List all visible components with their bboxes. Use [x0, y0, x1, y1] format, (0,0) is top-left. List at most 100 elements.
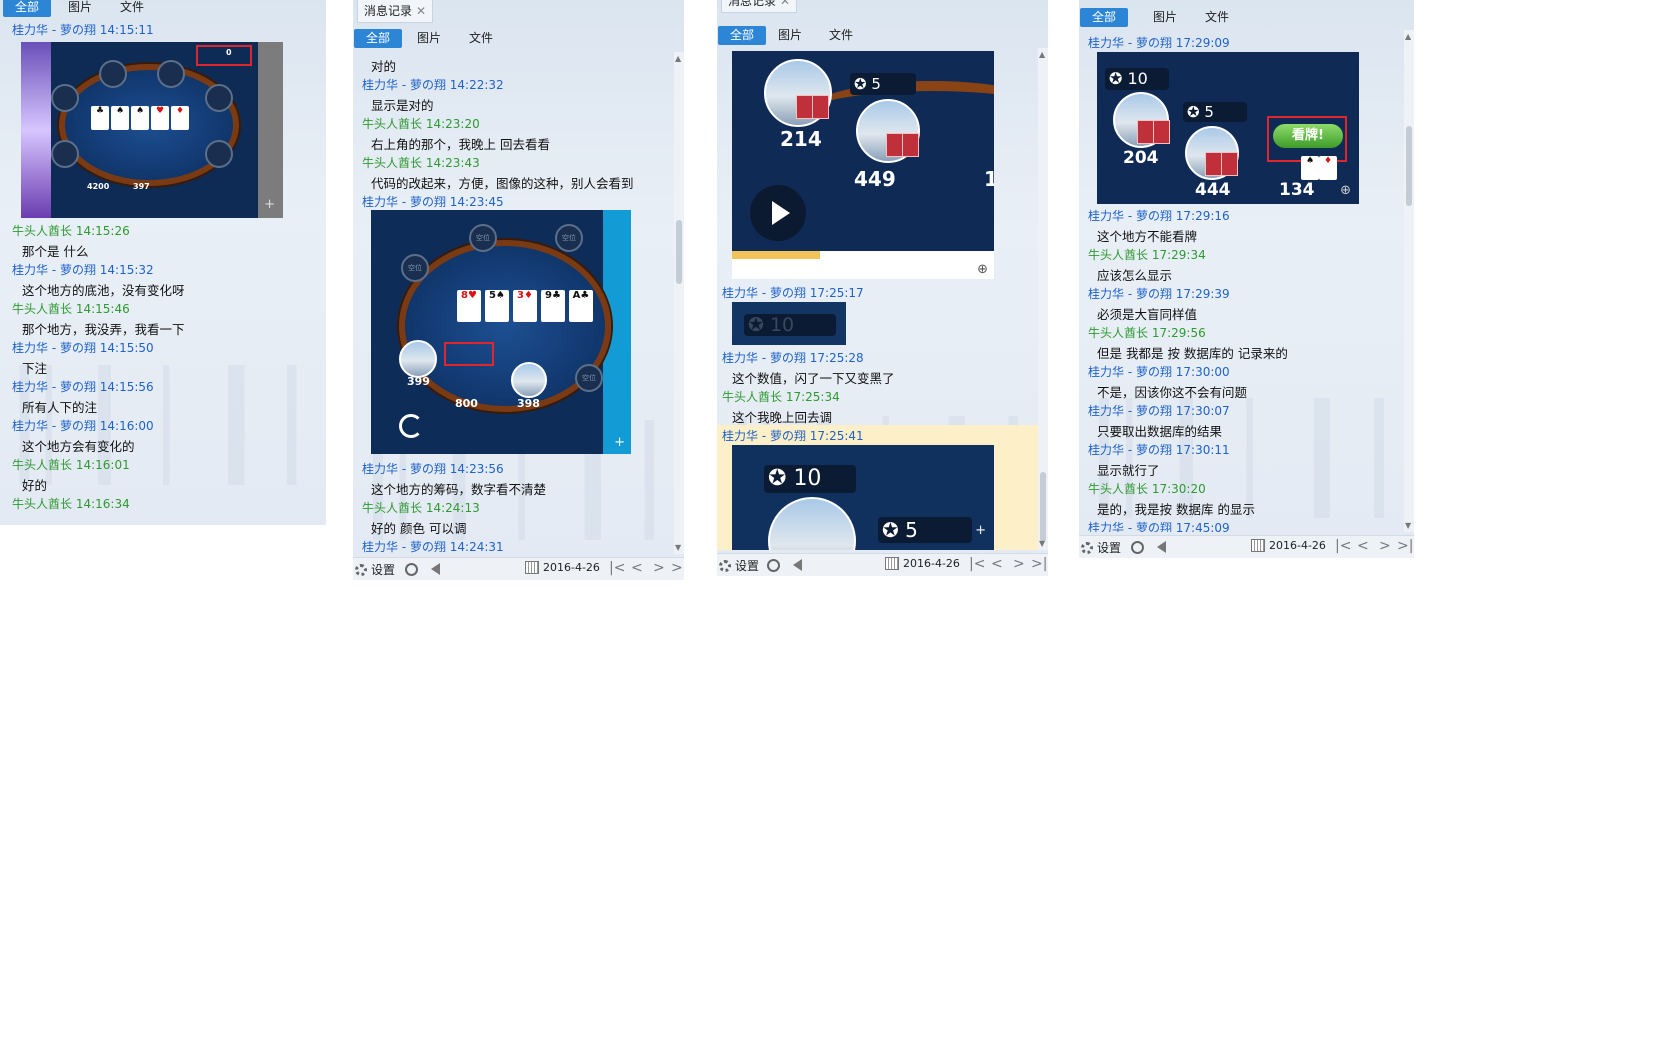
playing-card: ♦ [1319, 156, 1337, 180]
tab-images[interactable]: 图片 [766, 26, 814, 45]
last-page-icon[interactable]: >| [1397, 538, 1413, 554]
date-picker[interactable]: 2016-4-26 [885, 557, 960, 570]
scroll-up-icon[interactable]: ▲ [675, 54, 681, 63]
search-button[interactable] [767, 559, 780, 572]
search-button[interactable] [405, 563, 418, 576]
history-tab-label: 消息记录 [728, 0, 777, 8]
scrollbar[interactable]: ▲ ▼ [1038, 48, 1048, 550]
prev-page-icon[interactable]: < [991, 556, 1003, 572]
screenshot-image[interactable]: 空位 空位 空位 空位 8♥ 5♠ 3♦ 9♣ A♣ 399 800 398 + [371, 210, 631, 454]
scroll-thumb[interactable] [676, 220, 682, 284]
message-text: 必须是大盲同样值 [1097, 307, 1198, 322]
scroll-down-icon[interactable]: ▼ [1039, 539, 1045, 548]
message-sender: 桂力华 - 萝の翔 17:45:09 [1088, 521, 1230, 532]
screenshot-image[interactable]: 214 ✪ 5 449 1 ⊕ [732, 51, 994, 279]
date-picker[interactable]: 2016-4-26 [1251, 539, 1326, 552]
message-text: 右上角的那个，我晚上 回去看看 [371, 137, 550, 152]
playing-card: ♥ [151, 106, 169, 130]
scrollbar[interactable]: ▲ ▼ [674, 52, 684, 554]
history-tab[interactable]: 消息记录 ✕ [721, 0, 798, 13]
chip-badge: ✪ 5 [850, 73, 916, 95]
footer-toolbar: 设置 2016-4-26 |< < > >| [717, 553, 1048, 576]
prev-page-icon[interactable]: < [631, 560, 643, 576]
screenshot-image[interactable]: ✪ 10 [732, 302, 846, 345]
seat [157, 60, 185, 88]
message-sender: 牛头人酋长 17:30:20 [1088, 482, 1206, 496]
close-icon[interactable]: ✕ [416, 4, 426, 18]
chip-value: 10 [793, 466, 822, 491]
message-text: 下注 [22, 361, 48, 376]
zoom-icon[interactable]: + [975, 523, 986, 538]
zoom-icon[interactable]: + [614, 435, 625, 450]
settings-label: 设置 [371, 563, 396, 577]
prev-page-icon[interactable]: < [1357, 538, 1369, 554]
tab-images[interactable]: 图片 [56, 0, 104, 17]
progress-fill [732, 251, 820, 259]
screenshot-image[interactable]: ♣ ♠ ♠ ♥ ♦ 4200 397 0 + [21, 42, 283, 218]
message-text: 对的 [371, 59, 397, 74]
settings-button[interactable]: 设置 [355, 561, 395, 578]
scroll-down-icon[interactable]: ▼ [675, 543, 681, 552]
scroll-thumb[interactable] [1040, 472, 1046, 542]
play-button-icon[interactable] [750, 185, 806, 241]
scroll-down-icon[interactable]: ▼ [1405, 521, 1411, 530]
last-page-icon[interactable]: >| [671, 560, 684, 576]
message-text: 显示就行了 [1097, 463, 1160, 478]
tab-all[interactable]: 全部 [718, 26, 767, 45]
tab-all[interactable]: 全部 [1080, 8, 1129, 27]
scrollbar[interactable]: ▲ ▼ [1404, 30, 1414, 532]
chip-value: 10 [769, 314, 795, 336]
player-chips: 214 [780, 127, 822, 151]
history-tab[interactable]: 消息记录 ✕ [357, 0, 434, 23]
tab-images[interactable]: 图片 [1141, 8, 1189, 27]
settings-button[interactable]: 设置 [1081, 539, 1121, 556]
search-button[interactable] [1131, 541, 1144, 554]
screenshot-image[interactable]: ✪ 10 204 ✪ 5 444 看牌! ♠ ♦ 134 ⊕ [1097, 52, 1359, 204]
next-page-icon[interactable]: > [653, 560, 665, 576]
scroll-thumb[interactable] [1406, 126, 1412, 206]
last-page-icon[interactable]: >| [1031, 556, 1047, 572]
sound-button[interactable] [431, 563, 440, 575]
tab-files[interactable]: 文件 [108, 0, 156, 17]
next-page-icon[interactable]: > [1013, 556, 1025, 572]
chip-value: 5 [905, 518, 918, 542]
zoom-icon[interactable]: ⊕ [1340, 183, 1351, 198]
calendar-icon [885, 557, 899, 570]
date-picker[interactable]: 2016-4-26 [525, 561, 600, 574]
zoom-icon[interactable]: + [264, 197, 275, 212]
first-page-icon[interactable]: |< [1335, 538, 1351, 554]
zoom-icon[interactable]: ⊕ [977, 262, 988, 277]
sound-button[interactable] [1157, 541, 1166, 553]
message-text: 但是 我都是 按 数据库的 记录来的 [1097, 346, 1288, 361]
settings-button[interactable]: 设置 [719, 557, 759, 574]
message-sender: 桂力华 - 萝の翔 17:30:11 [1088, 443, 1230, 457]
scroll-up-icon[interactable]: ▲ [1039, 50, 1045, 59]
tab-all[interactable]: 全部 [354, 29, 403, 48]
tab-files[interactable]: 文件 [457, 29, 505, 48]
scroll-up-icon[interactable]: ▲ [1405, 32, 1411, 41]
close-icon[interactable]: ✕ [780, 0, 790, 8]
message-sender: 牛头人酋长 17:29:34 [1088, 248, 1206, 262]
chip-badge: ✪ 5 [1183, 102, 1247, 122]
gear-icon [719, 559, 731, 572]
tab-all[interactable]: 全部 [3, 0, 52, 17]
gear-icon [355, 563, 367, 576]
first-page-icon[interactable]: |< [609, 560, 625, 576]
refresh-icon[interactable] [399, 414, 423, 438]
tab-files[interactable]: 文件 [817, 26, 865, 45]
tab-images[interactable]: 图片 [405, 29, 453, 48]
sound-button[interactable] [793, 559, 802, 571]
chat-panel-3: 消息记录 ✕ 全部 图片 文件 214 ✪ 5 449 1 ⊕ 桂力华 - 萝の翔… [717, 0, 1048, 576]
message-sender: 桂力华 - 萝の翔 14:15:32 [12, 263, 154, 277]
chip-value: 5 [871, 75, 881, 93]
message-text: 不是，因该你这不会有问题 [1097, 385, 1248, 400]
tab-files[interactable]: 文件 [1193, 8, 1241, 27]
player-chips: 204 [1123, 148, 1159, 168]
screenshot-image[interactable]: ✪ 10 ✪ 5 + [732, 445, 994, 550]
first-page-icon[interactable]: |< [969, 556, 985, 572]
image-footer [732, 259, 994, 279]
message-text: 这个地方会有变化的 [22, 439, 135, 454]
message-text: 这个我晚上回去调 [732, 410, 833, 425]
message-text: 那个地方，我没弄，我看一下 [22, 322, 185, 337]
next-page-icon[interactable]: > [1379, 538, 1391, 554]
